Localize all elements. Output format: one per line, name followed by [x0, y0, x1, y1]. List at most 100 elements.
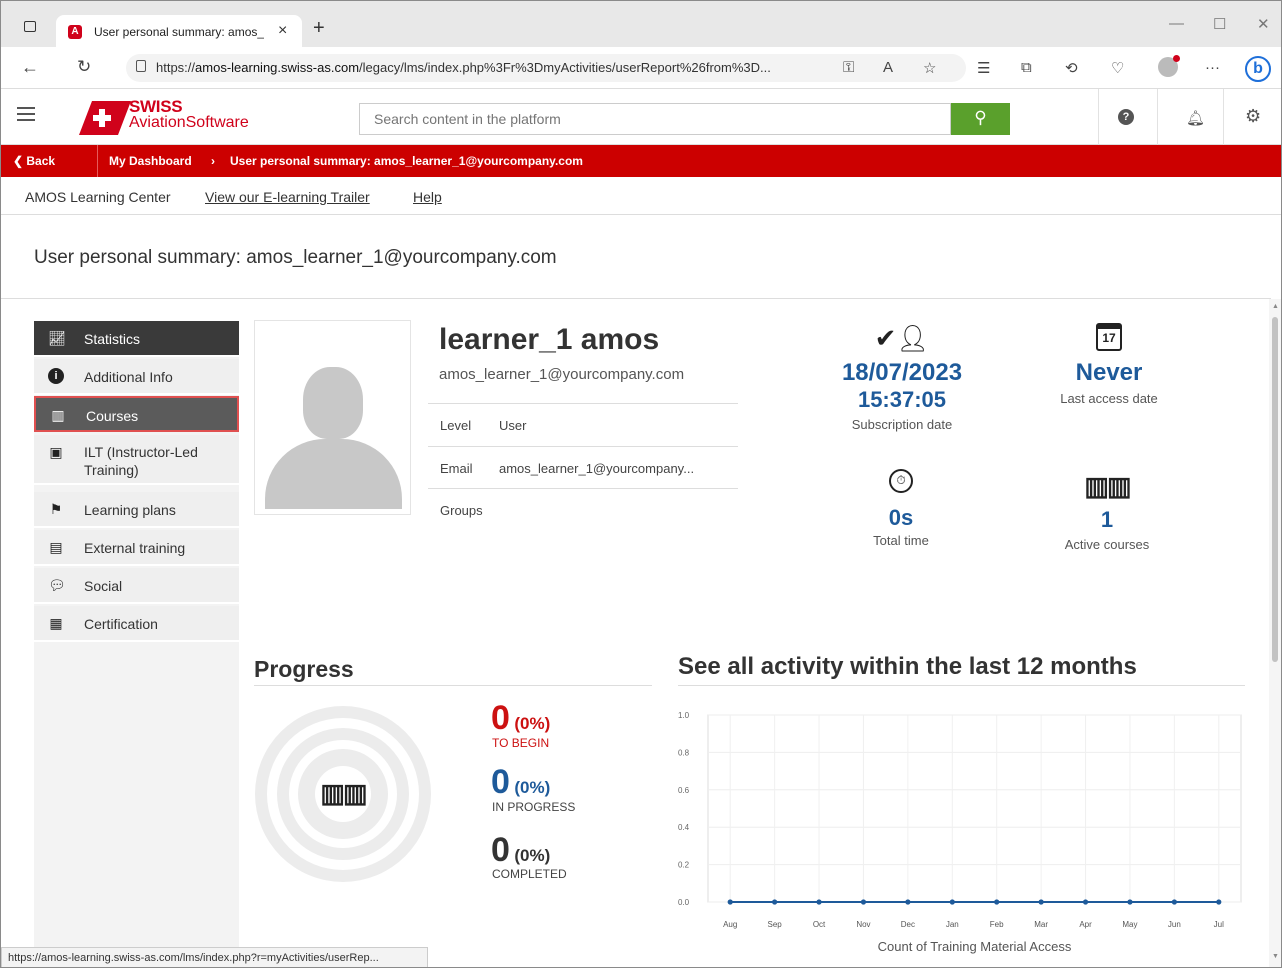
data-point [816, 899, 822, 905]
email-label: Email [440, 461, 473, 476]
scroll-down-icon[interactable]: ▼ [1272, 953, 1279, 960]
learning-center-link[interactable]: AMOS Learning Center [25, 189, 171, 205]
y-tick-label: 1.0 [678, 711, 690, 720]
more-menu-icon[interactable]: ··· [1205, 59, 1220, 76]
y-tick-label: 0.6 [678, 786, 690, 795]
breadcrumb-dashboard[interactable]: My Dashboard [109, 154, 192, 168]
subscription-time: 15:37:05 [857, 387, 947, 412]
browser-tab[interactable]: A User personal summary: amos_le × [56, 15, 302, 48]
maximize-icon[interactable]: ☐ [1213, 15, 1226, 33]
profile-avatar-icon[interactable] [1158, 55, 1180, 77]
y-tick-label: 0.4 [678, 823, 690, 832]
elearning-trailer-link[interactable]: View our E-learning Trailer [205, 189, 370, 205]
in-progress-number: 0 [491, 763, 510, 801]
lock-icon [136, 60, 146, 72]
in-progress-count: 0 (0%) [491, 763, 550, 802]
minimize-icon[interactable]: — [1169, 15, 1184, 32]
page-scrollbar[interactable]: ▲ ▼ [1269, 299, 1281, 967]
scrollbar-thumb[interactable] [1272, 317, 1278, 662]
last-access-stat: 17 Never Last access date [1041, 323, 1177, 406]
level-value: User [499, 418, 527, 433]
breadcrumb: ❮ Back My Dashboard › User personal summ… [1, 145, 1281, 177]
avatar-body [265, 439, 402, 509]
back-link[interactable]: ❮ Back [13, 154, 55, 168]
data-point [994, 899, 1000, 905]
x-tick-label: Oct [813, 920, 826, 929]
favorites-list-icon[interactable]: ☰ [977, 59, 990, 77]
data-point [1216, 899, 1222, 905]
active-courses-caption: Active courses [1064, 537, 1150, 552]
back-arrow-icon[interactable]: ← [21, 57, 39, 78]
x-tick-label: Dec [901, 920, 915, 929]
progress-title: Progress [254, 656, 354, 682]
chart-plot-area [707, 714, 1242, 903]
sidebar-item-statistics[interactable]: 📈︎ Statistics [34, 321, 239, 357]
data-point [860, 899, 867, 905]
refresh-icon[interactable]: ↻ [77, 57, 91, 77]
hamburger-menu-icon[interactable] [17, 107, 35, 121]
x-tick-label: Sep [768, 920, 783, 929]
data-point [905, 899, 911, 905]
title-divider [1, 298, 1271, 299]
help-link[interactable]: Help [413, 189, 442, 205]
status-bar-url: https://amos-learning.swiss-as.com/lms/i… [1, 947, 428, 967]
read-aloud-icon[interactable]: A [883, 59, 893, 76]
bing-icon[interactable]: b [1245, 56, 1271, 82]
x-tick-label: Mar [1034, 920, 1048, 929]
sidebar-item-ilt[interactable]: ▣ ILT (Instructor-Led Training) [34, 435, 239, 485]
x-tick-label: May [1122, 920, 1137, 929]
tab-actions-icon[interactable] [24, 21, 36, 32]
x-tick-label: Aug [723, 920, 737, 929]
user-email: amos_learner_1@yourcompany.com [439, 366, 685, 383]
last-access-value: Never [1075, 359, 1143, 386]
sidebar-item-learning-plans[interactable]: ⚑ Learning plans [34, 492, 239, 528]
sidebar-item-additional-info[interactable]: i Additional Info [34, 359, 239, 395]
sidebar: 📈︎ Statistics i Additional Info ▥ Course… [34, 321, 239, 967]
sidebar-item-certification[interactable]: ▦ Certification [34, 606, 239, 642]
search-box [359, 103, 951, 135]
bell-icon[interactable]: 🔔︎ [1186, 109, 1205, 127]
history-icon[interactable]: ⟲ [1065, 59, 1078, 77]
scroll-up-icon[interactable]: ▲ [1272, 303, 1279, 310]
favorite-star-icon[interactable]: ☆ [923, 59, 936, 77]
close-window-icon[interactable]: ✕ [1257, 15, 1270, 33]
extensions-icon[interactable]: ♡ [1111, 59, 1124, 77]
browser-window: A User personal summary: amos_le × + — ☐… [0, 0, 1282, 968]
key-icon[interactable]: ⚿ [843, 59, 854, 76]
sidebar-item-external-training[interactable]: ▤ External training [34, 530, 239, 566]
sidebar-item-courses[interactable]: ▥ Courses [34, 396, 239, 432]
completed-count: 0 (0%) [491, 831, 550, 870]
info-row-level: Level User [428, 403, 738, 446]
search-button[interactable]: ⚲ [951, 103, 1010, 135]
subscription-caption: Subscription date [851, 417, 953, 432]
header-divider [1157, 89, 1158, 145]
search-input[interactable] [360, 104, 950, 134]
swiss-aviation-logo[interactable]: SWISS AviationSoftware [79, 97, 259, 137]
activity-chart: 0.0 0.2 0.4 0.6 0.8 1.0 Aug Sep Oct Nov Dec Jan Feb M… [678, 711, 1242, 954]
collections-icon[interactable]: ⧉ [1021, 59, 1032, 76]
sidebar-item-label: Social [84, 578, 123, 594]
activity-divider [678, 685, 1245, 686]
close-tab-icon[interactable]: × [278, 22, 287, 40]
level-label: Level [440, 418, 472, 433]
to-begin-label: TO BEGIN [492, 736, 550, 750]
active-courses-stat: ▥▥ 1 Active courses [1051, 471, 1163, 552]
address-bar[interactable]: https://amos-learning.swiss-as.com/legac… [126, 54, 966, 82]
data-point [772, 899, 778, 905]
in-progress-label: IN PROGRESS [492, 800, 576, 814]
sidebar-item-social[interactable]: 💬︎ Social [34, 568, 239, 604]
x-tick-label: Jul [1214, 920, 1224, 929]
last-access-caption: Last access date [1060, 391, 1158, 406]
address-row: ← ↻ https://amos-learning.swiss-as.com/l… [1, 47, 1281, 89]
gear-icon[interactable]: ⚙ [1245, 106, 1261, 127]
tab-bar: A User personal summary: amos_le × + — ☐… [1, 1, 1281, 48]
x-tick-label: Nov [856, 920, 870, 929]
total-time-caption: Total time [873, 533, 929, 548]
new-tab-icon[interactable]: + [313, 17, 325, 40]
help-icon[interactable]: ? [1118, 109, 1134, 125]
logo-line2: AviationSoftware [129, 114, 249, 131]
completed-percent: (0%) [514, 846, 551, 865]
y-tick-label: 0.0 [678, 898, 690, 907]
breadcrumb-current: User personal summary: amos_learner_1@yo… [230, 154, 583, 168]
chevron-right-icon: › [211, 154, 215, 168]
